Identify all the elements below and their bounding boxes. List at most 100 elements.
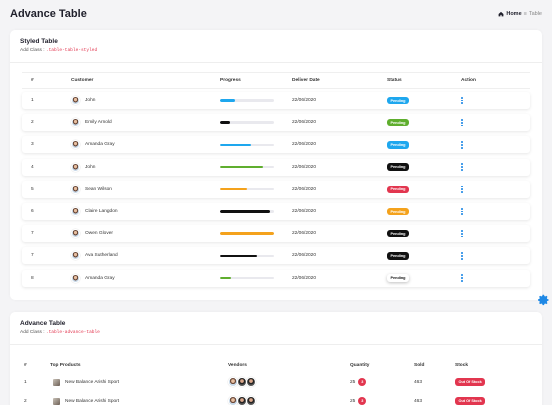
avatar bbox=[71, 162, 80, 172]
status-badge: Pending bbox=[387, 141, 409, 149]
row-number: 2 bbox=[24, 398, 27, 404]
table-row[interactable]: 5 Sean Wilson 22/06/2020 Pending bbox=[22, 180, 530, 198]
stock-badge: Out Of Stock bbox=[455, 397, 486, 405]
avatar bbox=[71, 207, 80, 216]
progress-fill bbox=[220, 99, 236, 102]
progress-fill bbox=[220, 254, 257, 258]
action-cell bbox=[461, 270, 463, 287]
quantity-badge: 3 bbox=[358, 378, 367, 386]
table-row[interactable]: 2 Emily Arnold 22/06/2020 Pending bbox=[22, 114, 530, 132]
status-badge: Pending bbox=[387, 185, 409, 194]
table-row[interactable]: 2 New Balance Arishi Sport 25 3 463 Out Of St… bbox=[22, 392, 530, 405]
progress-cell bbox=[220, 136, 274, 153]
more-vertical-icon[interactable] bbox=[461, 118, 463, 127]
product-name[interactable]: New Balance Arishi Sport bbox=[65, 380, 119, 385]
column-header: # bbox=[24, 362, 27, 368]
status-badge: Pending bbox=[387, 229, 409, 238]
avatar[interactable] bbox=[246, 396, 256, 405]
card-title: Styled Table bbox=[20, 38, 58, 45]
table-row[interactable]: 6 Claire Langdon 22/06/2020 Pending bbox=[22, 203, 530, 220]
row-number: 7 bbox=[31, 253, 34, 259]
avatar bbox=[71, 229, 80, 239]
status-cell: Pending bbox=[387, 225, 409, 242]
customer-cell: John bbox=[71, 159, 95, 176]
status-cell: Pending bbox=[387, 181, 409, 198]
breadcrumb-separator: ≡ bbox=[523, 11, 527, 17]
vendors-cell bbox=[228, 373, 256, 391]
more-vertical-icon[interactable] bbox=[461, 252, 463, 260]
table-row[interactable]: 1 New Balance Arishi Sport 25 3 463 Out Of St… bbox=[22, 373, 530, 391]
progress-fill bbox=[220, 121, 230, 124]
vendors-cell bbox=[228, 392, 256, 405]
table-row[interactable]: 1 John 22/06/2020 Pending bbox=[22, 92, 530, 109]
column-header: Vendors bbox=[228, 362, 247, 368]
product-cell: New Balance Arishi Sport bbox=[50, 392, 119, 405]
row-number: 1 bbox=[24, 379, 27, 385]
more-vertical-icon[interactable] bbox=[461, 274, 463, 282]
status-badge: Pending bbox=[387, 274, 409, 282]
progress-cell bbox=[220, 225, 274, 242]
row-number: 6 bbox=[31, 209, 34, 214]
avatar bbox=[71, 273, 80, 283]
more-vertical-icon[interactable] bbox=[461, 163, 463, 171]
progress-cell bbox=[220, 114, 274, 131]
progress-fill bbox=[220, 165, 264, 169]
breadcrumb-home[interactable]: Home bbox=[506, 11, 521, 17]
customer-cell: Claire Langdon bbox=[71, 203, 118, 220]
progress-bar bbox=[220, 121, 274, 124]
quantity-value: 25 bbox=[350, 379, 356, 385]
product-name[interactable]: New Balance Arishi Sport bbox=[65, 399, 119, 404]
table-row[interactable]: 7 Ava Sutherland 22/06/2020 Pending bbox=[22, 247, 530, 265]
column-header: Stock bbox=[455, 362, 469, 368]
settings-gear-icon[interactable] bbox=[538, 294, 550, 306]
more-vertical-icon[interactable] bbox=[461, 185, 463, 193]
table-header: # Top Products Vendors Quantity Sold Sto… bbox=[22, 356, 530, 374]
card-title: Advance Table bbox=[20, 320, 66, 327]
column-header: Sold bbox=[414, 362, 425, 368]
deliver-date: 22/06/2020 bbox=[292, 209, 317, 214]
progress-cell bbox=[220, 203, 274, 220]
table-row[interactable]: 4 John 22/06/2020 Pending bbox=[22, 158, 530, 176]
divider bbox=[10, 62, 542, 63]
table-row[interactable]: 8 Amanda Gray 22/06/2020 Pending bbox=[22, 269, 530, 287]
avatar bbox=[71, 118, 80, 128]
sold-value: 463 bbox=[414, 379, 423, 385]
row-number: 1 bbox=[31, 98, 34, 103]
deliver-date: 22/06/2020 bbox=[292, 164, 317, 170]
card-subtitle: Add Class : .table-advance-table bbox=[20, 330, 100, 335]
table-header: # Customer Progress Deliver Date Status … bbox=[22, 72, 530, 89]
more-vertical-icon[interactable] bbox=[461, 229, 463, 238]
product-thumbnail bbox=[53, 378, 60, 386]
column-header: Top Products bbox=[50, 362, 81, 368]
status-cell: Pending bbox=[387, 114, 409, 131]
deliver-date: 22/06/2020 bbox=[292, 275, 317, 281]
progress-cell bbox=[220, 92, 274, 109]
row-number: 7 bbox=[31, 231, 34, 237]
avatar[interactable] bbox=[246, 377, 256, 387]
deliver-date: 22/06/2020 bbox=[292, 120, 317, 126]
table-row[interactable]: 7 Owen Glover 22/06/2020 Pending bbox=[22, 225, 530, 243]
quantity-cell: 25 3 bbox=[350, 373, 367, 391]
status-badge: Pending bbox=[387, 118, 409, 127]
deliver-date: 22/06/2020 bbox=[292, 142, 317, 148]
styled-table-card: Styled Table Add Class : .table-table-st… bbox=[10, 30, 542, 300]
status-badge: Pending bbox=[387, 96, 409, 105]
column-header: # bbox=[31, 78, 34, 83]
progress-cell bbox=[220, 181, 274, 198]
more-vertical-icon[interactable] bbox=[461, 141, 463, 149]
home-icon bbox=[498, 11, 504, 17]
vendor-avatars bbox=[228, 396, 256, 405]
progress-fill bbox=[220, 210, 270, 213]
progress-bar bbox=[220, 232, 274, 235]
page-title: Advance Table bbox=[10, 8, 87, 20]
row-number: 4 bbox=[31, 164, 34, 170]
progress-cell bbox=[220, 159, 274, 176]
table-row[interactable]: 3 Amanda Gray 22/06/2020 Pending bbox=[22, 136, 530, 154]
subtitle-class: .table-table-styled bbox=[45, 48, 98, 53]
divider bbox=[10, 344, 542, 345]
status-badge: Pending bbox=[387, 252, 409, 260]
column-header: Status bbox=[387, 78, 402, 83]
more-vertical-icon[interactable] bbox=[461, 96, 463, 105]
avatar bbox=[71, 140, 80, 150]
more-vertical-icon[interactable] bbox=[461, 207, 463, 216]
